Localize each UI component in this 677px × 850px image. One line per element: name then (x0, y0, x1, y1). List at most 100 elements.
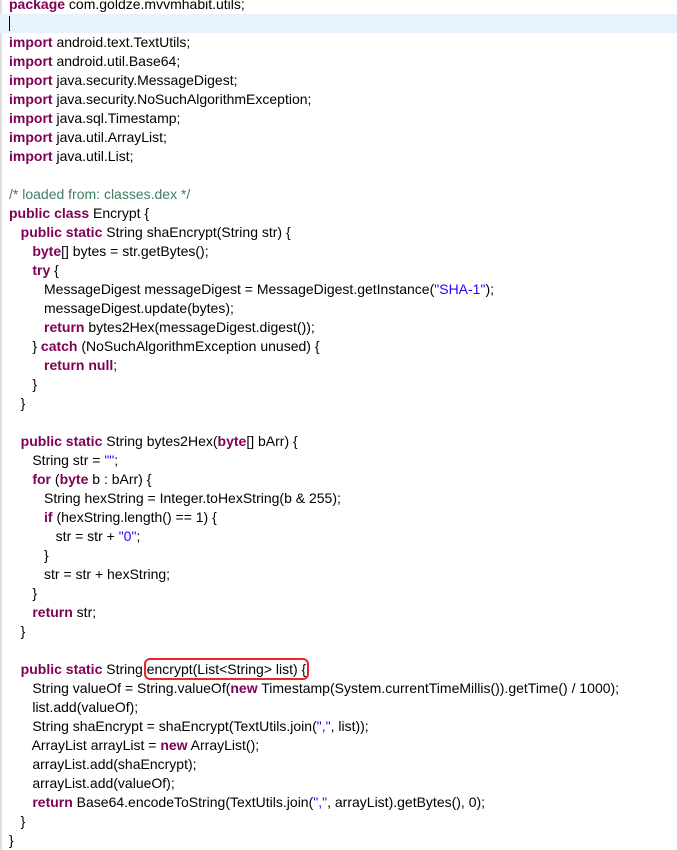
code-line[interactable]: import java.security.MessageDigest; (0, 71, 677, 90)
string-token: "," (313, 794, 328, 810)
code-line[interactable]: arrayList.add(valueOf); (0, 774, 677, 793)
code-line[interactable]: package com.goldze.mvvmhabit.utils; (0, 0, 677, 14)
keyword-token: package (9, 0, 66, 12)
code-text: String hexString = Integer.toHexString(b… (9, 490, 341, 506)
code-line[interactable]: } (0, 546, 677, 565)
code-line[interactable]: public static String shaEncrypt(String s… (0, 223, 677, 242)
keyword-token: return (44, 319, 85, 335)
code-line[interactable] (0, 413, 677, 432)
code-line[interactable]: if (hexString.length() == 1) { (0, 508, 677, 527)
code-text: , arrayList).getBytes(), 0); (327, 794, 486, 810)
code-line[interactable]: /* loaded from: classes.dex */ (0, 185, 677, 204)
string-token: "," (316, 718, 331, 734)
keyword-token: byte (217, 433, 247, 449)
code-line[interactable]: } (0, 812, 677, 831)
code-line[interactable]: return str; (0, 603, 677, 622)
code-line[interactable]: String valueOf = String.valueOf(new Time… (0, 679, 677, 698)
keyword-token: new (160, 737, 188, 753)
code-line[interactable]: arrayList.add(shaEncrypt); (0, 755, 677, 774)
code-line[interactable]: str = str + hexString; (0, 565, 677, 584)
code-text: str; (72, 604, 97, 620)
code-text: java.security.MessageDigest; (52, 72, 238, 88)
code-text: Base64.encodeToString(TextUtils.join( (72, 794, 314, 810)
code-line[interactable]: } (0, 831, 677, 850)
code-text: bytes2Hex(messageDigest.digest()); (84, 319, 315, 335)
code-text: ArrayList arrayList = (9, 737, 161, 753)
code-line[interactable]: ArrayList arrayList = new ArrayList(); (0, 736, 677, 755)
code-text: list.add(valueOf); (9, 699, 139, 715)
code-line[interactable]: messageDigest.update(bytes); (0, 299, 677, 318)
code-line[interactable]: byte[] bytes = str.getBytes(); (0, 242, 677, 261)
keyword-token: return (32, 794, 73, 810)
code-line[interactable]: import java.util.ArrayList; (0, 128, 677, 147)
code-line[interactable]: import java.sql.Timestamp; (0, 109, 677, 128)
keyword-token: public static (20, 224, 103, 240)
keyword-token: byte (59, 471, 89, 487)
code-text: String shaEncrypt(String str) { (102, 224, 291, 240)
code-text: java.sql.Timestamp; (52, 110, 181, 126)
keyword-token: import (9, 110, 53, 126)
code-text: String (102, 661, 147, 677)
keyword-token: public static (20, 661, 103, 677)
keyword-token: return null (44, 357, 114, 373)
code-text: } (9, 338, 41, 354)
code-line[interactable]: String shaEncrypt = shaEncrypt(TextUtils… (0, 717, 677, 736)
code-text: ( (51, 471, 60, 487)
code-text: String bytes2Hex( (102, 433, 218, 449)
code-text: android.text.TextUtils; (52, 34, 191, 50)
code-line[interactable]: import android.util.Base64; (0, 52, 677, 71)
code-line[interactable]: public static String encrypt(List<String… (0, 658, 677, 680)
code-line[interactable]: MessageDigest messageDigest = MessageDig… (0, 280, 677, 299)
highlighted-signature: encrypt(List<String> list) { (143, 658, 310, 680)
code-area[interactable]: package com.goldze.mvvmhabit.utils; impor… (0, 0, 677, 850)
code-line[interactable]: list.add(valueOf); (0, 698, 677, 717)
code-editor[interactable]: package com.goldze.mvvmhabit.utils; impor… (0, 0, 677, 850)
code-text: messageDigest.update(bytes); (9, 300, 234, 316)
code-line[interactable]: try { (0, 261, 677, 280)
code-text: [] bArr) { (246, 433, 298, 449)
code-line[interactable]: str = str + "0"; (0, 527, 677, 546)
keyword-token: import (9, 34, 53, 50)
code-line[interactable]: String hexString = Integer.toHexString(b… (0, 489, 677, 508)
keyword-token: if (44, 509, 53, 525)
code-line[interactable]: return bytes2Hex(messageDigest.digest())… (0, 318, 677, 337)
code-line[interactable]: import java.security.NoSuchAlgorithmExce… (0, 90, 677, 109)
code-line[interactable]: } (0, 584, 677, 603)
code-line[interactable]: } catch (NoSuchAlgorithmException unused… (0, 337, 677, 356)
code-text: arrayList.add(valueOf); (9, 775, 175, 791)
current-code-line[interactable] (0, 14, 677, 33)
keyword-token: public static (20, 433, 103, 449)
code-line[interactable]: for (byte b : bArr) { (0, 470, 677, 489)
keyword-token: new (230, 680, 258, 696)
keyword-token: return (32, 604, 73, 620)
code-text: } (9, 376, 38, 392)
comment-token: /* loaded from: classes.dex */ (9, 186, 191, 202)
code-text: ; (113, 357, 118, 373)
code-text: String valueOf = String.valueOf( (9, 680, 231, 696)
code-line[interactable]: public class Encrypt { (0, 204, 677, 223)
code-line[interactable]: } (0, 622, 677, 641)
code-text: b : bArr) { (88, 471, 152, 487)
code-line[interactable]: } (0, 375, 677, 394)
code-line[interactable]: import java.util.List; (0, 147, 677, 166)
code-line[interactable]: public static String bytes2Hex(byte[] bA… (0, 432, 677, 451)
code-line[interactable]: return Base64.encodeToString(TextUtils.j… (0, 793, 677, 812)
code-line[interactable]: return null; (0, 356, 677, 375)
code-line[interactable]: } (0, 394, 677, 413)
code-text: str = str + hexString; (9, 566, 171, 582)
code-line[interactable] (0, 641, 677, 660)
code-line[interactable]: String str = ""; (0, 451, 677, 470)
code-text: { (50, 262, 59, 278)
code-text: (hexString.length() == 1) { (52, 509, 217, 525)
string-token: "SHA-1" (434, 281, 486, 297)
keyword-token: byte (32, 243, 62, 259)
code-line[interactable] (0, 166, 677, 185)
code-line[interactable]: import android.text.TextUtils; (0, 33, 677, 52)
